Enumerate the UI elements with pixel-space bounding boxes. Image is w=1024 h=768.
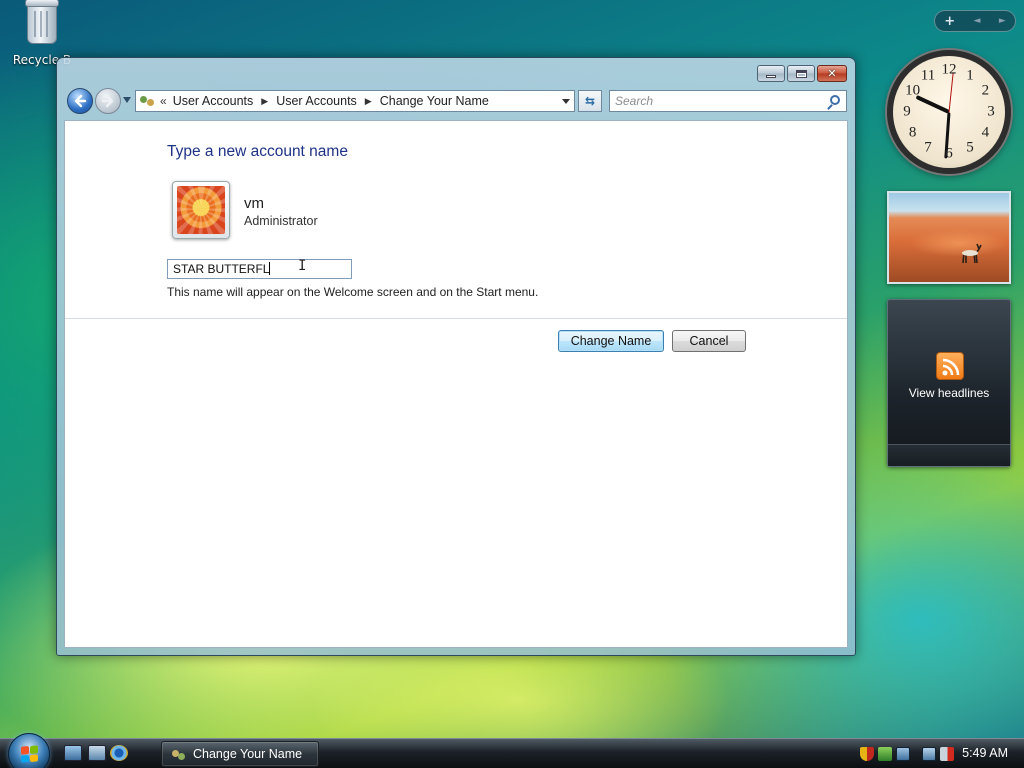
clock-numeral: 5 — [966, 139, 974, 156]
feed-headlines-gadget[interactable]: View headlines — [887, 299, 1011, 467]
search-input[interactable]: Search — [609, 90, 847, 112]
clock-numeral: 6 — [945, 145, 953, 162]
search-icon[interactable] — [830, 95, 840, 105]
windows-logo-icon — [21, 745, 38, 763]
refresh-icon: ⇆ — [584, 94, 596, 108]
clock-numeral: 9 — [903, 103, 911, 120]
ibeam-cursor-icon: I — [298, 258, 307, 274]
user-accounts-icon — [140, 94, 156, 108]
clock-numeral: 7 — [924, 139, 932, 156]
oryx-picture-icon — [962, 243, 982, 264]
breadcrumb-user-accounts-2[interactable]: User Accounts — [276, 94, 357, 108]
content-pane: Type a new account name vm Administrator… — [64, 120, 848, 648]
previous-gadgets-button[interactable]: ◄ — [974, 16, 981, 26]
window-controls: ✕ — [757, 65, 847, 82]
clock-numeral: 12 — [941, 61, 957, 78]
taskbar: Change Your Name 5:49 AM — [0, 733, 1024, 768]
show-desktop-icon[interactable] — [64, 745, 82, 761]
slideshow-gadget[interactable] — [887, 191, 1011, 284]
network-status-icon[interactable] — [922, 747, 936, 761]
refresh-button[interactable]: ⇆ — [578, 90, 602, 112]
text-caret — [269, 262, 271, 275]
breadcrumb-separator-icon[interactable]: ▶ — [261, 96, 268, 107]
maximize-button[interactable] — [787, 65, 815, 82]
rss-feed-icon — [936, 352, 964, 380]
taskbar-button-change-your-name[interactable]: Change Your Name — [161, 741, 319, 767]
address-overflow-chevron[interactable]: « — [160, 94, 167, 108]
close-icon: ✕ — [827, 67, 837, 80]
taskbar-clock[interactable]: 5:49 AM — [962, 746, 1008, 760]
next-gadgets-button[interactable]: ► — [999, 16, 1006, 26]
back-arrow-icon — [74, 94, 87, 108]
clock-numeral: 11 — [920, 67, 936, 84]
breadcrumb-user-accounts-1[interactable]: User Accounts — [173, 94, 254, 108]
avatar — [172, 181, 230, 239]
search-placeholder: Search — [615, 94, 654, 108]
minimize-button[interactable] — [757, 65, 785, 82]
taskbar-button-label: Change Your Name — [193, 747, 303, 761]
breadcrumb-separator-icon[interactable]: ▶ — [365, 96, 372, 107]
name-hint-text: This name will appear on the Welcome scr… — [167, 285, 539, 299]
user-name: vm — [244, 195, 264, 212]
change-name-button[interactable]: Change Name — [558, 330, 664, 352]
user-role: Administrator — [244, 214, 318, 228]
breadcrumb-change-your-name[interactable]: Change Your Name — [380, 94, 489, 108]
start-button[interactable] — [8, 733, 50, 768]
clock-numeral: 2 — [981, 82, 990, 99]
feed-gadget-footer — [888, 444, 1010, 466]
divider — [65, 318, 847, 319]
close-button[interactable]: ✕ — [817, 65, 847, 82]
maximize-icon — [795, 69, 807, 78]
minimize-icon — [766, 74, 776, 78]
network-sharing-icon[interactable] — [878, 747, 892, 761]
change-name-window: ✕ « User Accounts ▶ User Accounts ▶ Chan… — [56, 57, 856, 656]
recycle-bin-icon — [25, 0, 59, 44]
new-name-value: STAR BUTTERFL — [173, 262, 270, 276]
switch-windows-icon[interactable] — [88, 745, 106, 761]
computer-network-icon[interactable] — [896, 747, 910, 761]
clock-numeral: 8 — [908, 124, 917, 141]
new-name-field[interactable]: STAR BUTTERFL — [167, 259, 352, 279]
sidebar-controls: + ◄ ► — [934, 10, 1016, 32]
flower-picture-icon — [177, 186, 225, 234]
address-bar[interactable]: « User Accounts ▶ User Accounts ▶ Change… — [135, 90, 575, 112]
navigation-bar: « User Accounts ▶ User Accounts ▶ Change… — [65, 88, 847, 114]
add-gadget-button[interactable]: + — [944, 14, 955, 29]
internet-explorer-icon[interactable] — [110, 745, 128, 761]
user-accounts-icon — [172, 747, 186, 761]
view-headlines-link[interactable]: View headlines — [888, 386, 1010, 400]
security-shield-icon[interactable] — [860, 747, 874, 761]
cancel-button[interactable]: Cancel — [672, 330, 746, 352]
address-dropdown-icon[interactable] — [562, 99, 570, 104]
volume-muted-icon[interactable] — [940, 747, 954, 761]
back-button[interactable] — [67, 88, 93, 114]
clock-numeral: 10 — [905, 82, 921, 99]
clock-numeral: 3 — [987, 103, 995, 120]
page-title: Type a new account name — [167, 143, 348, 160]
recent-pages-dropdown-icon[interactable] — [123, 97, 131, 103]
forward-button[interactable] — [95, 88, 121, 114]
forward-arrow-icon — [101, 94, 114, 108]
clock-gadget[interactable]: 12 1 2 3 4 5 6 7 8 9 10 11 — [887, 50, 1011, 174]
